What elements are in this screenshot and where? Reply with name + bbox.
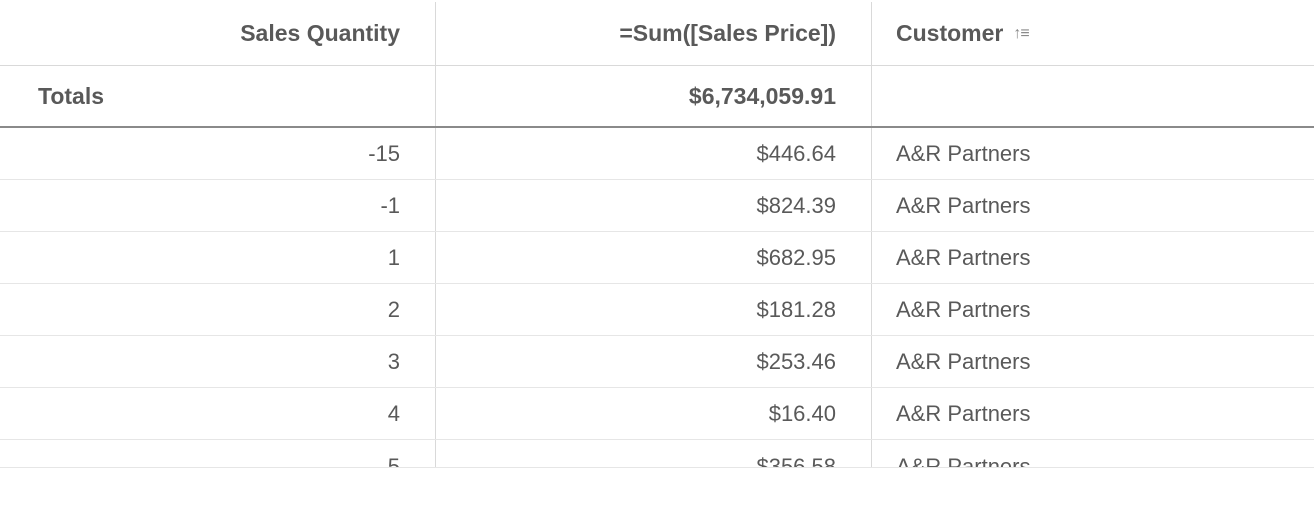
cell-sales-quantity: -1: [0, 180, 436, 231]
cell-sales-price: $16.40: [436, 388, 872, 439]
table-row[interactable]: 3 $253.46 A&R Partners: [0, 336, 1314, 388]
data-table: Sales Quantity =Sum([Sales Price]) Custo…: [0, 2, 1314, 468]
cell-sales-price: $446.64: [436, 128, 872, 179]
cell-customer: A&R Partners: [872, 284, 1312, 335]
column-header-sales-quantity[interactable]: Sales Quantity: [0, 2, 436, 65]
cell-sales-quantity: 1: [0, 232, 436, 283]
table-row[interactable]: -15 $446.64 A&R Partners: [0, 128, 1314, 180]
column-header-label: Customer: [896, 20, 1003, 47]
totals-value: $6,734,059.91: [689, 83, 836, 110]
sort-ascending-icon[interactable]: ↑≡: [1013, 25, 1028, 43]
totals-row: Totals $6,734,059.91: [0, 66, 1314, 128]
cell-sales-quantity: -15: [0, 128, 436, 179]
cell-sales-price: $356.58: [436, 440, 872, 467]
table-header-row: Sales Quantity =Sum([Sales Price]) Custo…: [0, 2, 1314, 66]
cell-sales-price: $181.28: [436, 284, 872, 335]
totals-cell-sales-price: $6,734,059.91: [436, 66, 872, 126]
cell-sales-price: $824.39: [436, 180, 872, 231]
table-row[interactable]: 1 $682.95 A&R Partners: [0, 232, 1314, 284]
totals-cell-customer: [872, 66, 1312, 126]
cell-customer: A&R Partners: [872, 180, 1312, 231]
cell-sales-quantity: 4: [0, 388, 436, 439]
column-header-customer[interactable]: Customer ↑≡: [872, 2, 1312, 65]
cell-customer: A&R Partners: [872, 388, 1312, 439]
table-row[interactable]: 5 $356.58 A&R Partners: [0, 440, 1314, 468]
cell-customer: A&R Partners: [872, 440, 1312, 467]
cell-sales-quantity: 3: [0, 336, 436, 387]
table-row[interactable]: 2 $181.28 A&R Partners: [0, 284, 1314, 336]
cell-sales-quantity: 5: [0, 440, 436, 467]
cell-customer: A&R Partners: [872, 232, 1312, 283]
cell-sales-price: $253.46: [436, 336, 872, 387]
table-row[interactable]: -1 $824.39 A&R Partners: [0, 180, 1314, 232]
column-header-label: =Sum([Sales Price]): [619, 20, 836, 47]
cell-sales-price: $682.95: [436, 232, 872, 283]
table-row[interactable]: 4 $16.40 A&R Partners: [0, 388, 1314, 440]
column-header-label: Sales Quantity: [240, 20, 400, 47]
totals-cell-label: Totals: [0, 66, 436, 126]
cell-customer: A&R Partners: [872, 128, 1312, 179]
cell-customer: A&R Partners: [872, 336, 1312, 387]
column-header-sales-price[interactable]: =Sum([Sales Price]): [436, 2, 872, 65]
totals-label: Totals: [0, 83, 104, 110]
cell-sales-quantity: 2: [0, 284, 436, 335]
